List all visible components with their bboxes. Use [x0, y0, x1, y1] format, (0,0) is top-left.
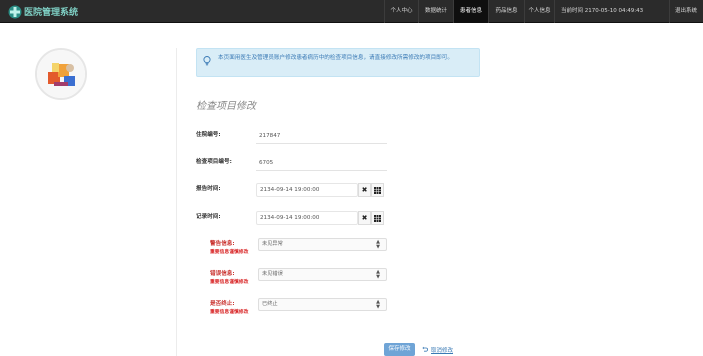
- record-time-label: 记录时间:: [196, 214, 221, 220]
- exam-no-underline: [256, 170, 387, 171]
- nav-item-profile[interactable]: 个人信息: [524, 0, 554, 23]
- hospital-no-underline: [256, 143, 387, 144]
- hospital-no-value: 217847: [259, 133, 281, 139]
- warning-info-label: 警告信息:: [210, 241, 235, 247]
- error-info-select[interactable]: 未见错误 ▲ ▼: [258, 268, 387, 281]
- info-alert: 本页面用医生及管理员账户修改患者病历中的检查项目信息，请直接修改所需修改的项目即…: [196, 48, 480, 77]
- avatar: [35, 48, 87, 100]
- exam-no-label: 检查项目编号:: [196, 159, 232, 165]
- report-time-calendar-button[interactable]: [371, 183, 384, 197]
- main-nav: 个人中心 数据统计 患者信息 药品信息 个人信息 当前时间 2170-05-10…: [384, 0, 702, 23]
- alert-message: 本页面用医生及管理员账户修改患者病历中的检查项目信息，请直接修改所需修改的项目即…: [218, 55, 453, 61]
- error-info-note: 重要信息谨慎修改: [210, 280, 249, 285]
- terminated-selected: 已终止: [262, 301, 278, 307]
- exam-no-value: 6705: [259, 160, 274, 166]
- warning-info-select[interactable]: 未见异常 ▲ ▼: [258, 238, 387, 251]
- chevron-updown-icon: ▲ ▼: [376, 269, 380, 280]
- terminated-label: 是否终止:: [210, 301, 235, 307]
- terminated-select[interactable]: 已终止 ▲ ▼: [258, 298, 387, 311]
- brand-title: 医院管理系统: [24, 8, 79, 18]
- nav-item-personal-center[interactable]: 个人中心: [384, 0, 418, 23]
- warning-info-selected: 未见异常: [262, 241, 283, 247]
- error-info-selected: 未见错误: [262, 271, 283, 277]
- record-time-calendar-button[interactable]: [371, 211, 384, 225]
- brand[interactable]: 医院管理系统: [8, 4, 78, 19]
- save-button[interactable]: 保存修改: [384, 343, 415, 356]
- report-time-label: 报告时间:: [196, 186, 221, 192]
- avatar-illustration-icon: [37, 50, 85, 98]
- lightbulb-icon: [203, 56, 211, 66]
- record-time-clear-button[interactable]: ✖: [358, 211, 371, 225]
- warning-info-note: 重要信息谨慎修改: [210, 250, 249, 255]
- medical-cross-icon: [8, 5, 22, 18]
- clear-icon: ✖: [361, 214, 368, 222]
- calendar-icon: [374, 215, 381, 222]
- page-title: 检查项目修改: [196, 101, 256, 112]
- panel-divider: [176, 48, 177, 356]
- hospital-no-label: 住院编号:: [196, 132, 221, 138]
- clear-icon: ✖: [361, 186, 368, 194]
- current-time: 当前时间 2170-05-10 04:49:43: [554, 0, 669, 23]
- record-time-input[interactable]: 2134-09-14 19:00:00: [256, 211, 358, 225]
- nav-item-drug-info[interactable]: 药品信息: [488, 0, 524, 23]
- report-time-clear-button[interactable]: ✖: [358, 183, 371, 197]
- top-navbar: 医院管理系统 个人中心 数据统计 患者信息 药品信息 个人信息 当前时间 217…: [0, 0, 703, 23]
- cancel-link[interactable]: 取消修改: [431, 346, 453, 354]
- chevron-updown-icon: ▲ ▼: [376, 299, 380, 310]
- nav-item-patient-info[interactable]: 患者信息: [453, 0, 488, 23]
- report-time-input[interactable]: 2134-09-14 19:00:00: [256, 183, 358, 197]
- calendar-icon: [374, 187, 381, 194]
- terminated-note: 重要信息谨慎修改: [210, 310, 249, 315]
- logout-button[interactable]: 退出系统: [669, 0, 702, 23]
- nav-item-statistics[interactable]: 数据统计: [418, 0, 453, 23]
- undo-icon: [422, 346, 428, 352]
- error-info-label: 错误信息:: [210, 271, 235, 277]
- chevron-updown-icon: ▲ ▼: [376, 239, 380, 250]
